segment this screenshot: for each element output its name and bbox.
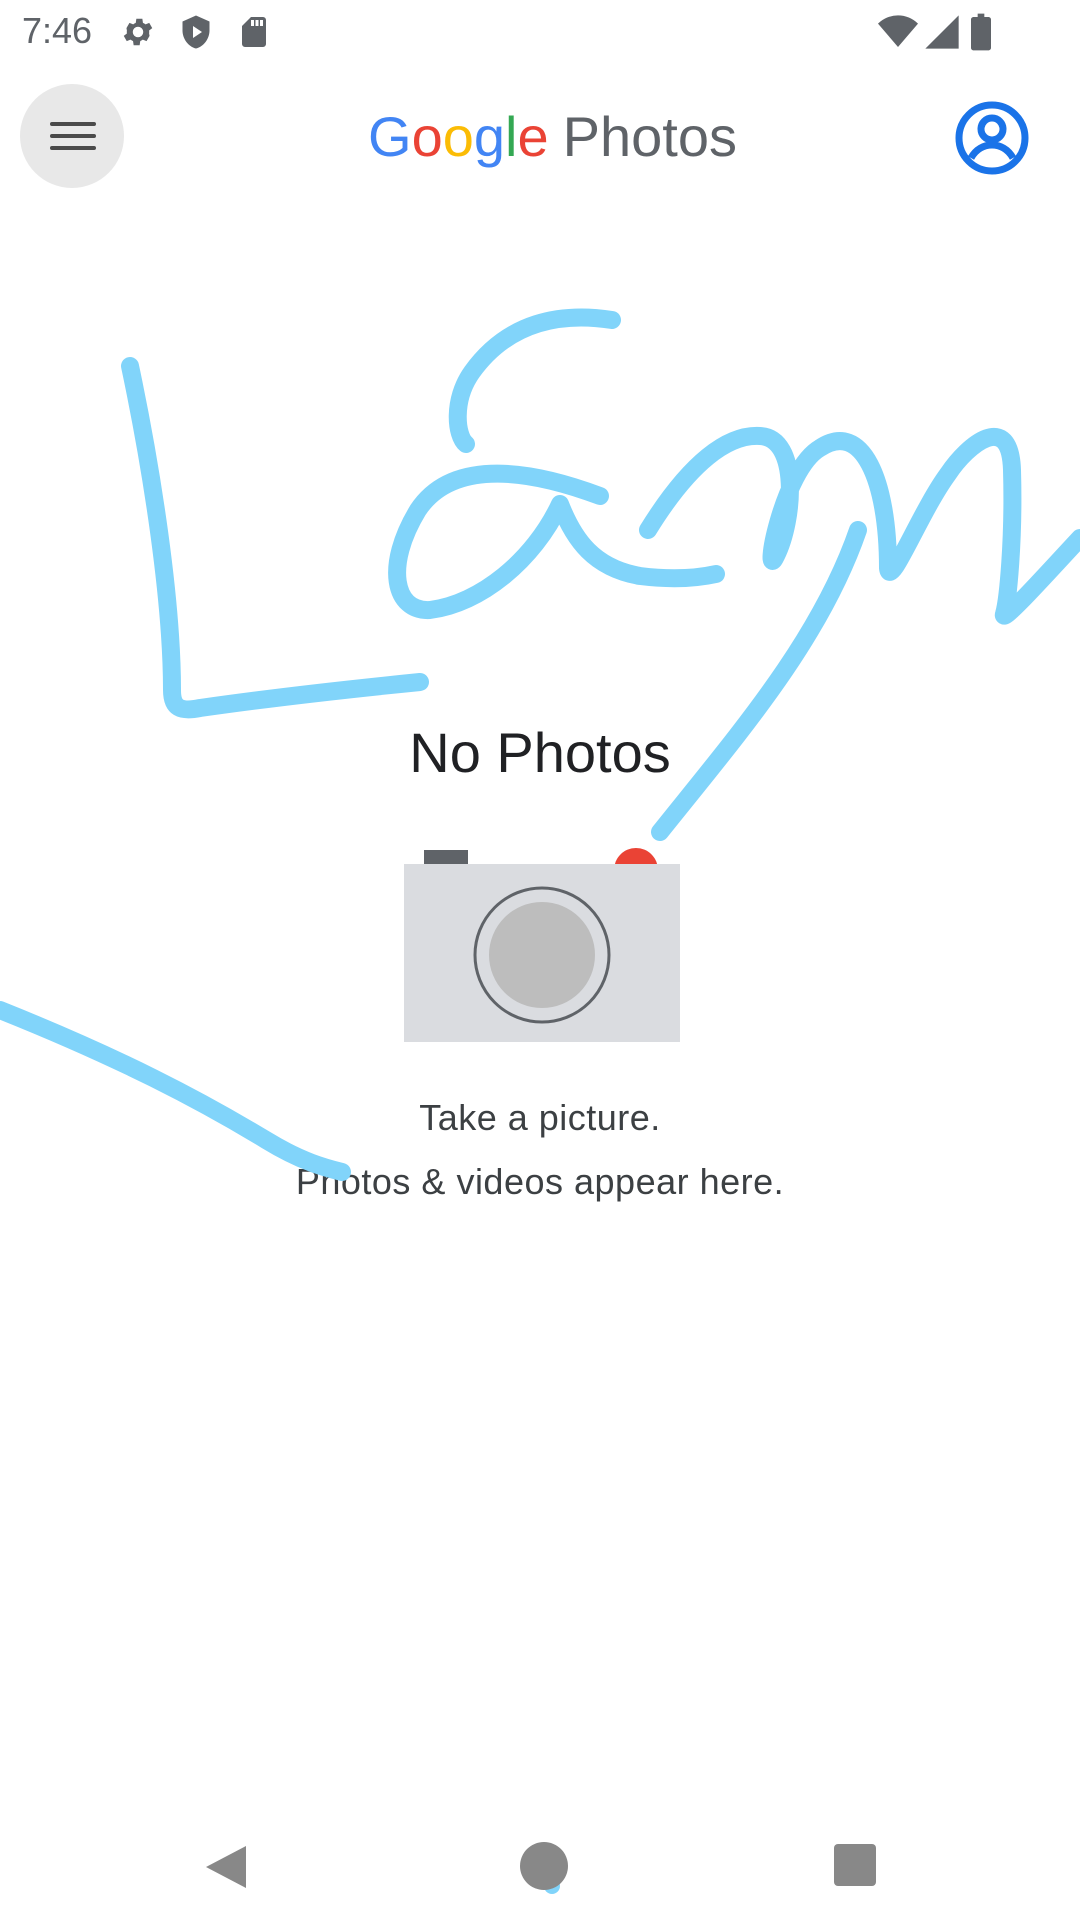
recents-icon[interactable]: [834, 1844, 876, 1886]
empty-state-title: No Photos: [409, 721, 671, 784]
app-bar: Google Photos: [0, 64, 1080, 204]
sd-card-icon: [242, 17, 266, 47]
empty-state-line-2: Photos & videos appear here.: [295, 1161, 785, 1202]
scribble-stroke-tail: [651, 521, 867, 841]
battery-icon: [971, 13, 991, 51]
camera-icon: [404, 848, 680, 1042]
logo-letter: o: [442, 105, 474, 168]
logo-product-name: Photos: [562, 105, 737, 168]
scribble-stroke-l: [121, 357, 429, 719]
hamburger-menu-button[interactable]: [20, 84, 124, 188]
settings-icon: [123, 18, 153, 46]
hamburger-menu-icon-bar: [50, 134, 96, 138]
hamburger-menu-icon-bar: [50, 146, 96, 150]
shield-icon: [182, 15, 210, 49]
status-time: 7:46: [22, 10, 93, 51]
scribble-stroke-a: [388, 308, 725, 619]
account-circle-icon: [955, 101, 1029, 175]
scribble-stroke-left: [0, 1001, 351, 1181]
hamburger-menu-icon: [50, 122, 96, 126]
cell-signal-icon: [925, 15, 959, 49]
logo-letter: e: [517, 105, 549, 168]
empty-state-line-1: Take a picture.: [419, 1097, 661, 1138]
logo-letter: l: [505, 105, 518, 168]
wifi-icon: [878, 15, 918, 47]
google-photos-logo: Google Photos: [368, 104, 737, 169]
status-bar: 7:46: [0, 0, 1080, 64]
account-button[interactable]: [954, 100, 1030, 176]
navigation-bar: [0, 1820, 1080, 1920]
home-icon[interactable]: [520, 1842, 568, 1890]
logo-letter: G: [368, 105, 412, 168]
back-icon[interactable]: [202, 1842, 252, 1892]
logo-letter: g: [473, 105, 506, 168]
scribble-stroke-m: [639, 426, 1080, 625]
logo-letter: o: [411, 105, 443, 168]
